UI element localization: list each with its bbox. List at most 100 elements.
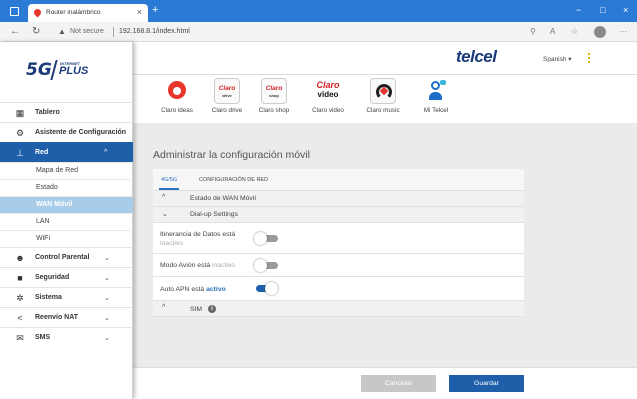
sidebar-item-label: Red <box>35 149 49 156</box>
save-button[interactable]: Guardar <box>449 375 524 392</box>
sidebar-item-label: Sistema <box>35 294 62 301</box>
app-claro-drive[interactable]: Claro drive Claro drive <box>204 78 250 114</box>
roaming-toggle[interactable] <box>254 232 278 245</box>
url-field[interactable]: 192.168.8.1/index.html <box>119 28 190 35</box>
sidebar-item-seguridad[interactable]: ■ Seguridad ⌄ <box>0 267 133 287</box>
back-icon[interactable]: ← <box>10 26 20 37</box>
top-header: telcel Spanish ▾ <box>133 42 637 75</box>
cancel-button[interactable]: Cancelar <box>361 375 436 392</box>
warning-icon[interactable]: ▲ <box>58 27 66 36</box>
sidebar-item-red[interactable]: ⊥ Red ^ <box>0 142 133 162</box>
new-tab-button[interactable]: + <box>152 4 158 16</box>
not-secure-label[interactable]: Not secure <box>70 28 104 35</box>
section-sim[interactable]: ^ SIM i <box>153 301 524 317</box>
sidebar-subitem-label: LAN <box>36 218 50 225</box>
sidebar-subitem-estado[interactable]: Estado <box>0 179 133 196</box>
sidebar-subitem-wifi[interactable]: WiFi <box>0 230 133 247</box>
sidebar-subitem-lan[interactable]: LAN <box>0 213 133 230</box>
sidebar-item-sms[interactable]: ✉ SMS ⌄ <box>0 327 133 347</box>
tab-4g-5g[interactable]: 4G/5G <box>161 177 177 183</box>
read-aloud-icon[interactable]: A <box>550 27 555 36</box>
logo-plus: PLUS <box>59 65 89 77</box>
tab-title: Router inalámbrico <box>46 9 101 16</box>
sidebar-item-tablero[interactable]: ▦ Tablero <box>0 102 133 122</box>
sidebar-item-asistente[interactable]: ⚙ Asistente de Configuración <box>0 122 133 142</box>
language-selector[interactable]: Spanish ▾ <box>543 55 572 63</box>
app-claro-ideas[interactable]: Claro ideas <box>154 78 200 114</box>
gear-icon: ✲ <box>16 293 24 303</box>
airplane-toggle[interactable] <box>254 259 278 272</box>
sidebar-subitem-label: Mapa de Red <box>36 167 79 174</box>
claro-drive-icon: Claro drive <box>214 78 240 104</box>
airplane-label: Modo Avión está inactivo <box>160 261 235 270</box>
auto-apn-toggle[interactable] <box>254 282 278 295</box>
share-icon: < <box>17 313 23 323</box>
key-icon[interactable]: ⚲ <box>530 27 536 36</box>
more-icon[interactable]: ··· <box>619 27 627 36</box>
sidebar-subitem-wan-movil[interactable]: WAN Móvil <box>0 196 133 213</box>
auto-apn-label: Auto APN está activo <box>160 285 226 294</box>
claro-video-icon: Claro video <box>315 78 341 104</box>
roaming-state: inactivo <box>160 240 184 247</box>
settings-card: 4G/5G CONFIGURACIÓN DE RED ^ Estado de W… <box>153 169 524 317</box>
app-claro-music[interactable]: Claro music <box>360 78 406 114</box>
tab-close-button[interactable]: × <box>137 7 142 17</box>
kebab-menu-icon[interactable] <box>588 53 591 63</box>
auto-apn-text: Auto APN está <box>160 286 205 293</box>
roaming-row: Itinerancia de Datos está inactivo <box>153 223 524 254</box>
app-claro-shop[interactable]: Claro shop Claro shop <box>251 78 297 114</box>
family-icon: ☻ <box>15 253 25 263</box>
sim-label: SIM <box>190 305 203 313</box>
sidebar-item-reenvio-nat[interactable]: < Reenvío NAT ⌄ <box>0 307 133 327</box>
lock-icon: ■ <box>17 273 23 283</box>
profile-avatar[interactable] <box>594 26 606 38</box>
sidebar-subitem-label: WAN Móvil <box>36 201 73 208</box>
sidebar-subitem-mapa-de-red[interactable]: Mapa de Red <box>0 162 133 179</box>
sidebar-item-sistema[interactable]: ✲ Sistema ⌄ <box>0 287 133 307</box>
app-mi-telcel[interactable]: Mi Telcel <box>413 78 459 114</box>
sidebar-subitem-label: Estado <box>36 184 58 191</box>
sidebar-menu: ▦ Tablero ⚙ Asistente de Configuración ⊥… <box>0 102 133 347</box>
chevron-up-icon: ^ <box>162 194 166 201</box>
reload-icon[interactable]: ↻ <box>32 26 40 37</box>
chevron-down-icon: ⌄ <box>104 334 110 342</box>
address-bar: ← ↻ ▲ Not secure 192.168.8.1/index.html … <box>0 22 637 42</box>
sidebar-item-label: Control Parental <box>35 254 90 261</box>
close-window-button[interactable]: × <box>623 5 628 15</box>
chevron-down-icon: ⌄ <box>104 314 110 322</box>
chevron-up-icon: ^ <box>104 149 108 156</box>
apps-row: Claro ideas Claro drive Claro drive Clar… <box>133 75 637 123</box>
airplane-row: Modo Avión está inactivo <box>153 254 524 277</box>
auto-apn-state: activo <box>206 286 226 293</box>
maximize-button[interactable]: □ <box>600 5 605 15</box>
sidebar: 5G INTERNET PLUS ▦ Tablero ⚙ Asistente d… <box>0 42 133 399</box>
page-title: Administrar la configuración móvil <box>153 149 310 161</box>
favorite-star-icon[interactable]: ☆ <box>571 27 578 36</box>
dashboard-icon: ▦ <box>15 108 25 118</box>
sidebar-item-label: SMS <box>35 334 51 341</box>
app-icon-subtext: shop <box>269 93 279 98</box>
info-icon[interactable]: i <box>208 305 217 313</box>
logo-5g: 5G <box>26 60 52 80</box>
minimize-button[interactable]: − <box>576 5 581 15</box>
roaming-label: Itinerancia de Datos está inactivo <box>160 230 235 248</box>
sidebar-item-control-parental[interactable]: ☻ Control Parental ⌄ <box>0 247 133 267</box>
app-label: Claro drive <box>211 107 243 114</box>
mi-telcel-icon <box>423 78 449 104</box>
airplane-text: Modo Avión está <box>160 262 211 269</box>
chevron-down-icon: ⌄ <box>104 254 110 262</box>
browser-tab[interactable]: Router inalámbrico × <box>28 4 148 22</box>
browser-app-icon[interactable] <box>10 7 19 16</box>
sidebar-item-label: Seguridad <box>35 274 70 281</box>
tab-configuracion-de-red[interactable]: CONFIGURACIÓN DE RED <box>199 177 268 183</box>
telcel-logo: telcel <box>456 47 497 66</box>
chevron-down-icon: ⌄ <box>104 274 110 282</box>
toggle-knob <box>265 282 278 295</box>
section-dialup-settings[interactable]: ⌄ Dial-up Settings <box>153 207 524 223</box>
sidebar-subitem-label: WiFi <box>36 235 50 242</box>
airplane-state: inactivo <box>212 262 236 269</box>
toggle-knob <box>254 232 267 245</box>
section-estado-wan-movil[interactable]: ^ Estado de WAN Móvil <box>153 191 524 207</box>
app-claro-video[interactable]: Claro video Claro video <box>305 78 351 114</box>
app-label: Claro ideas <box>161 107 193 114</box>
